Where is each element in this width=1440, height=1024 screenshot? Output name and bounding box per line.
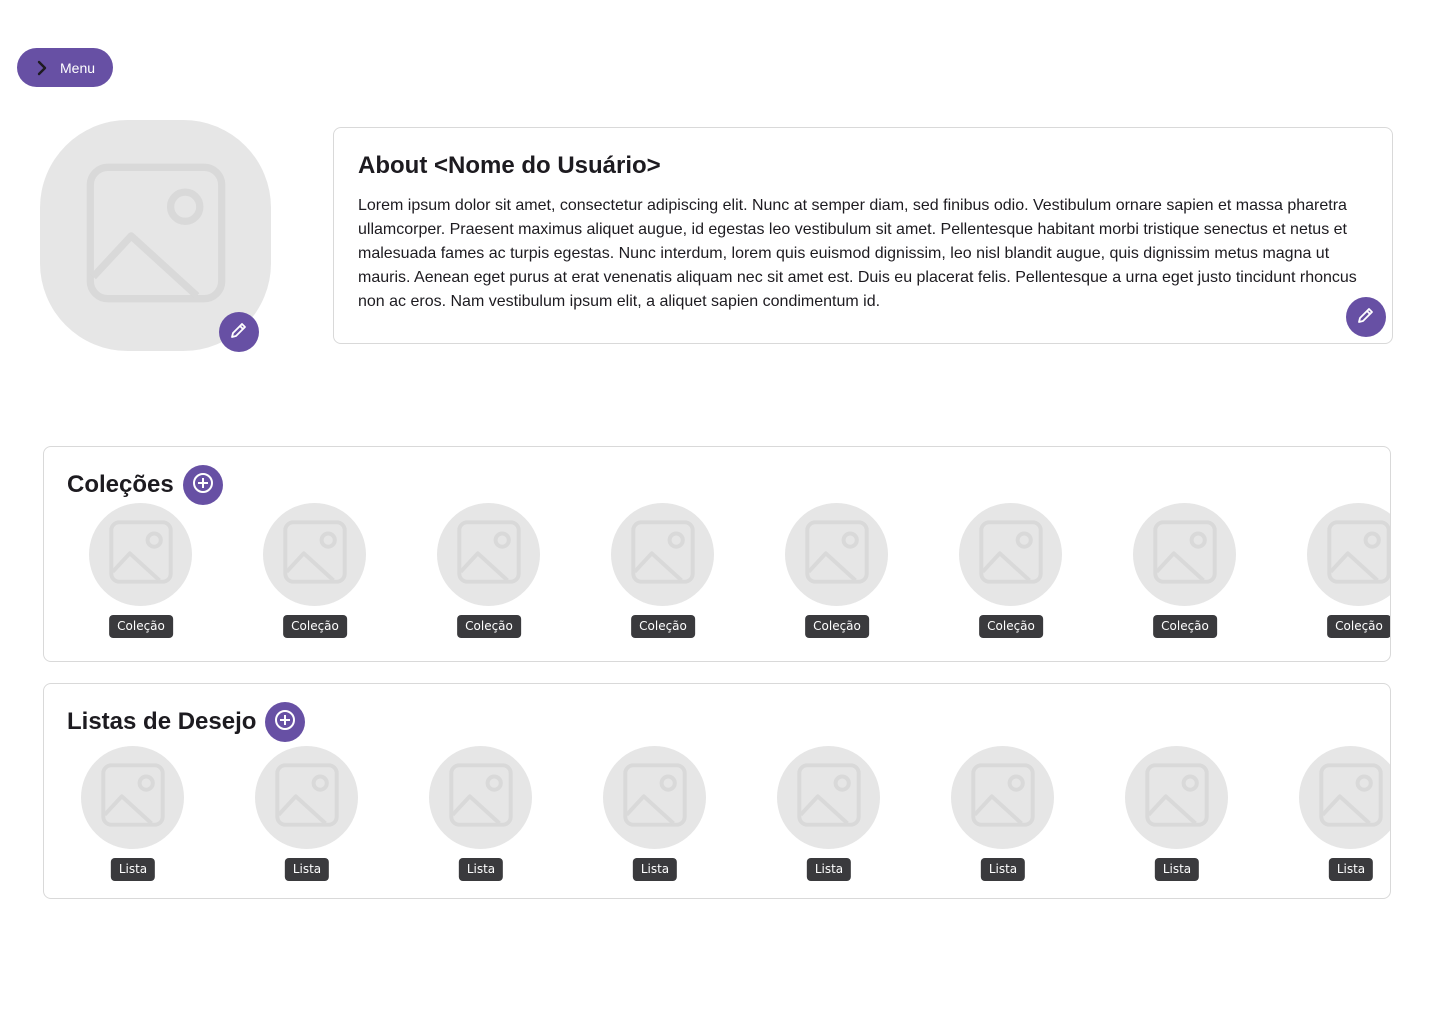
wishlist-item[interactable]: Lista [777,746,881,886]
item-label: Lista [1154,858,1200,881]
item-label: Coleção [979,615,1043,638]
edit-avatar-button[interactable] [219,312,259,352]
wishlists-section: Listas de Desejo Lista Lista Lista Lista Lis… [43,683,1391,899]
thumbnail [777,746,880,849]
item-label: Coleção [631,615,695,638]
wishlist-item[interactable]: Lista [951,746,1055,886]
wishlist-item[interactable]: Lista [603,746,707,886]
pencil-icon [1356,305,1376,330]
menu-button[interactable]: Menu [17,48,113,87]
add-circle-icon [274,709,296,736]
image-placeholder-icon [1144,762,1210,833]
image-placeholder-icon [970,762,1036,833]
item-label: Lista [980,858,1026,881]
add-collection-button[interactable] [182,465,223,505]
collections-section: Coleções Coleção Coleção Coleção Coleção Col… [43,446,1391,662]
collection-item[interactable]: Coleção [785,503,889,643]
collection-item[interactable]: Coleção [611,503,715,643]
thumbnail [785,503,888,606]
image-placeholder-icon [1152,519,1218,590]
item-label: Lista [110,858,156,881]
collections-title: Coleções [67,471,174,498]
pencil-icon [229,320,249,345]
thumbnail [959,503,1062,606]
wishlists-title: Listas de Desejo [67,708,257,735]
thumbnail [437,503,540,606]
image-placeholder-icon [100,762,166,833]
about-card: About <Nome do Usuário> Lorem ipsum dolo… [333,127,1393,344]
thumbnail [89,503,192,606]
thumbnail [263,503,366,606]
wishlist-item[interactable]: Lista [1125,746,1229,886]
item-label: Coleção [1153,615,1217,638]
wishlist-item[interactable]: Lista [429,746,533,886]
add-wishlist-button[interactable] [265,702,306,742]
menu-label: Menu [60,59,96,76]
collection-item[interactable]: Coleção [1307,503,1390,643]
image-placeholder-icon [1318,762,1384,833]
wishlist-item[interactable]: Lista [255,746,359,886]
image-placeholder-icon [456,519,522,590]
image-placeholder-icon [83,160,229,311]
chevron-right-icon [34,60,50,76]
thumbnail [255,746,358,849]
image-placeholder-icon [630,519,696,590]
thumbnail [1133,503,1236,606]
wishlist-item[interactable]: Lista [81,746,185,886]
add-circle-icon [192,472,214,499]
image-placeholder-icon [1326,519,1390,590]
item-label: Coleção [457,615,521,638]
item-label: Coleção [109,615,173,638]
collection-item[interactable]: Coleção [437,503,541,643]
collection-item[interactable]: Coleção [1133,503,1237,643]
item-label: Coleção [283,615,347,638]
wishlist-item[interactable]: Lista [1299,746,1390,886]
item-label: Lista [1328,858,1374,881]
about-title: About <Nome do Usuário> [358,152,661,179]
item-label: Lista [284,858,330,881]
image-placeholder-icon [796,762,862,833]
image-placeholder-icon [448,762,514,833]
thumbnail [611,503,714,606]
image-placeholder-icon [108,519,174,590]
thumbnail [1299,746,1390,849]
item-label: Coleção [805,615,869,638]
image-placeholder-icon [804,519,870,590]
item-label: Coleção [1327,615,1390,638]
thumbnail [429,746,532,849]
item-label: Lista [458,858,504,881]
thumbnail [1307,503,1390,606]
about-text: Lorem ipsum dolor sit amet, consectetur … [358,197,1357,310]
collection-item[interactable]: Coleção [89,503,193,643]
image-placeholder-icon [282,519,348,590]
item-label: Lista [806,858,852,881]
collection-item[interactable]: Coleção [959,503,1063,643]
image-placeholder-icon [274,762,340,833]
thumbnail [81,746,184,849]
edit-about-button[interactable] [1346,297,1386,337]
collection-item[interactable]: Coleção [263,503,367,643]
image-placeholder-icon [978,519,1044,590]
image-placeholder-icon [622,762,688,833]
item-label: Lista [632,858,678,881]
thumbnail [951,746,1054,849]
thumbnail [603,746,706,849]
thumbnail [1125,746,1228,849]
